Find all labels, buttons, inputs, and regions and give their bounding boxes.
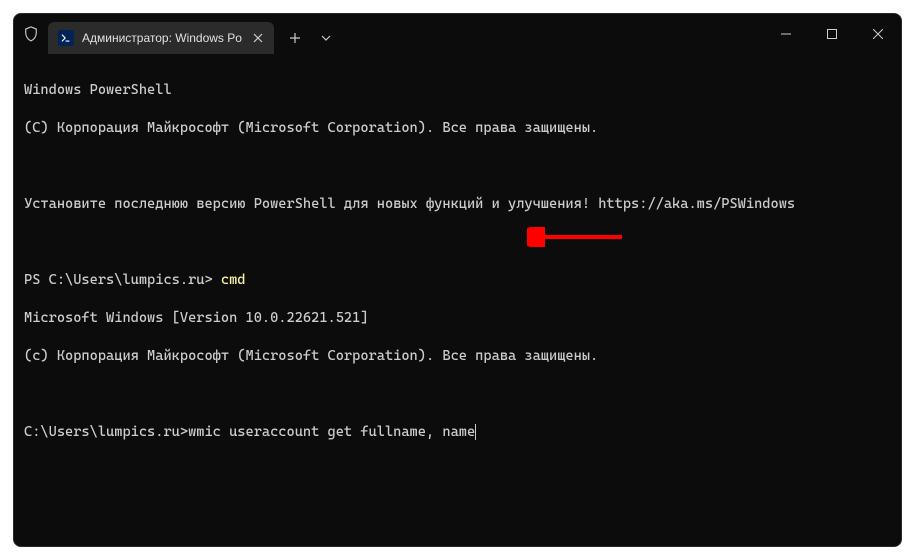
maximize-button[interactable] — [809, 14, 855, 54]
blank-line — [24, 157, 891, 176]
minimize-button[interactable] — [763, 14, 809, 54]
blank-line — [24, 385, 891, 404]
titlebar: Администратор: Windows Po — [14, 14, 901, 54]
ps-header-line: Windows PowerShell — [24, 81, 891, 100]
cmd-copyright-line: (c) Корпорация Майкрософт (Microsoft Cor… — [24, 347, 891, 366]
cursor — [475, 424, 476, 440]
cmd-version-line: Microsoft Windows [Version 10.0.22621.52… — [24, 309, 891, 328]
ps-path: C:\Users\lumpics.ru — [49, 272, 205, 288]
powershell-icon — [58, 30, 74, 46]
cmd-prompt-line: C:\Users\lumpics.ru>wmic useraccount get… — [24, 423, 891, 442]
ps-notice-line: Установите последнюю версию PowerShell д… — [24, 195, 891, 214]
blank-line — [24, 233, 891, 252]
window-controls — [763, 14, 901, 54]
tab-dropdown-button[interactable] — [314, 23, 338, 53]
cmd-input: wmic useraccount get fullname, name — [188, 424, 475, 440]
tabs-area: Администратор: Windows Po — [48, 14, 759, 54]
tab-close-button[interactable] — [250, 30, 266, 46]
terminal-body[interactable]: Windows PowerShell (C) Корпорация Майкро… — [14, 54, 901, 546]
terminal-window: Администратор: Windows Po W — [13, 13, 902, 547]
ps-copyright-line: (C) Корпорация Майкрософт (Microsoft Cor… — [24, 119, 891, 138]
new-tab-button[interactable] — [280, 23, 310, 53]
tab-title: Администратор: Windows Po — [82, 31, 242, 45]
close-button[interactable] — [855, 14, 901, 54]
ps-prompt-line: PS C:\Users\lumpics.ru> cmd — [24, 271, 891, 290]
cmd-path: C:\Users\lumpics.ru> — [24, 424, 188, 440]
ps-prefix: PS — [24, 272, 49, 288]
ps-input: cmd — [221, 272, 246, 288]
shield-icon — [24, 26, 38, 42]
ps-gt: > — [204, 272, 220, 288]
tab-powershell[interactable]: Администратор: Windows Po — [48, 22, 274, 54]
